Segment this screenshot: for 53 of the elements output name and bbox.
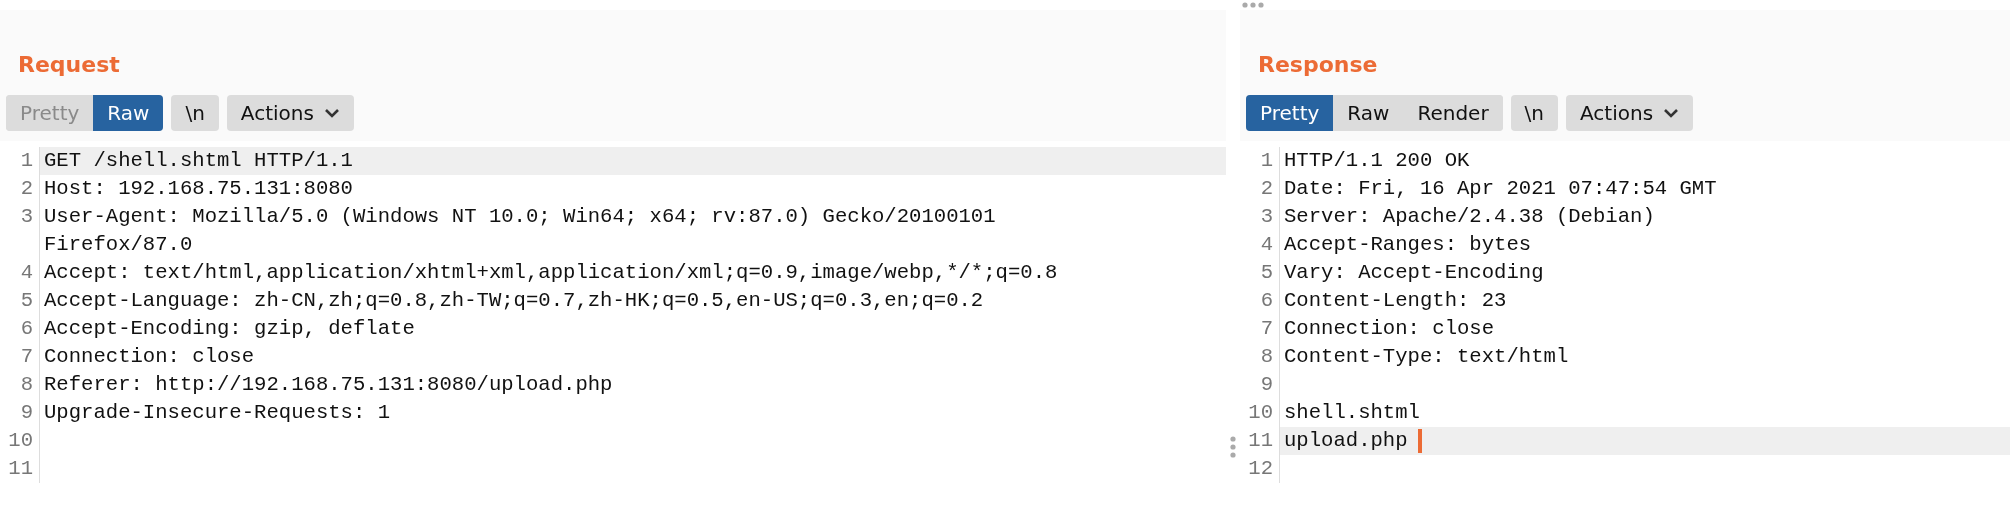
code-line: Content-Length: 23	[1284, 288, 1507, 314]
line-number: 7	[0, 343, 40, 371]
line-number: 4	[1240, 231, 1280, 259]
view-tab[interactable]: Raw	[93, 95, 164, 131]
code-line: Vary: Accept-Encoding	[1284, 260, 1544, 286]
code-line: Upgrade-Insecure-Requests: 1	[44, 400, 391, 426]
line-number: 6	[0, 315, 40, 343]
code-line: HTTP/1.1 200 OK	[1284, 148, 1470, 174]
code-line: shell.shtml	[1284, 400, 1420, 426]
chevron-down-icon	[323, 108, 340, 118]
code-line: Referer: http://192.168.75.131:8080/upload.php	[44, 372, 613, 398]
line-number: 9	[1240, 371, 1280, 399]
actions-button[interactable]: Actions	[1566, 95, 1694, 131]
code-line: upload.php	[1284, 428, 1408, 454]
line-number: 11	[0, 455, 40, 483]
code-line: Connection: close	[1284, 316, 1495, 342]
splitter-grip-icon[interactable]	[1230, 436, 1236, 458]
line-number: 10	[0, 427, 40, 455]
line-number: 2	[1240, 175, 1280, 203]
chevron-down-icon	[1663, 108, 1680, 118]
code-line: Accept-Language: zh-CN,zh;q=0.8,zh-TW;q=0.7,zh-HK;q=0.5,en-US;q=0.3,en;q=0.2	[44, 288, 984, 314]
line-number: 1	[1240, 147, 1280, 175]
code-line: Accept: text/html,application/xhtml+xml,application/xml;q=0.9,image/webp,*/*;q=0.8	[44, 260, 1058, 286]
line-number: 8	[1240, 343, 1280, 371]
line-number: 7	[1240, 315, 1280, 343]
code-line: Date: Fri, 16 Apr 2021 07:47:54 GMT	[1284, 176, 1717, 202]
newline-toggle-button[interactable]: \n	[171, 95, 219, 131]
line-number: 3	[1240, 203, 1280, 231]
line-number: 10	[1240, 399, 1280, 427]
line-number: 5	[1240, 259, 1280, 287]
text-cursor	[1417, 429, 1422, 453]
drag-handle-icon[interactable]	[1242, 2, 1264, 8]
code-line: Server: Apache/2.4.38 (Debian)	[1284, 204, 1655, 230]
code-line: GET /shell.shtml HTTP/1.1	[44, 148, 353, 174]
code-line: Content-Type: text/html	[1284, 344, 1569, 370]
code-line: Connection: close	[44, 344, 255, 370]
line-number: 3	[0, 203, 40, 259]
line-number: 9	[0, 399, 40, 427]
line-number: 12	[1240, 455, 1280, 483]
line-number: 2	[0, 175, 40, 203]
line-number: 4	[0, 259, 40, 287]
code-line: User-Agent: Mozilla/5.0 (Windows NT 10.0; Win64; x64; rv:87.0) Gecko/20100101 Firefox/87.0	[44, 204, 997, 258]
line-number: 5	[0, 287, 40, 315]
actions-button[interactable]: Actions	[226, 95, 354, 131]
code-line: Accept-Ranges: bytes	[1284, 232, 1532, 258]
line-number: 8	[0, 371, 40, 399]
pane-title: Request	[17, 51, 120, 79]
line-number: 6	[1240, 287, 1280, 315]
code-line: Host: 192.168.75.131:8080	[44, 176, 353, 202]
pane-title: Response	[1257, 51, 1378, 79]
code-line: Accept-Encoding: gzip, deflate	[44, 316, 415, 342]
view-tab[interactable]: Pretty	[1246, 95, 1334, 131]
newline-toggle-button[interactable]: \n	[1510, 95, 1559, 131]
